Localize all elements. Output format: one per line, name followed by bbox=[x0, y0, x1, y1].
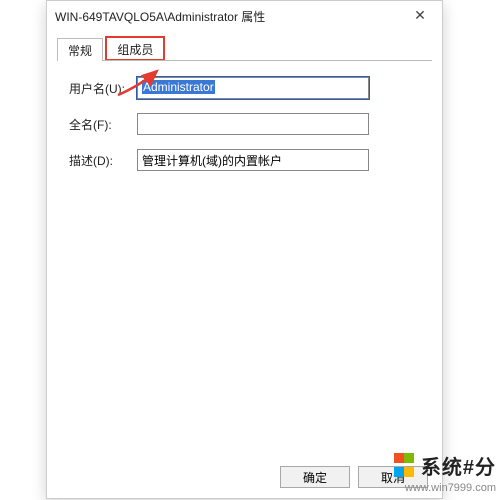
titlebar[interactable]: WIN-649TAVQLO5A\Administrator 属性 ✕ bbox=[47, 1, 442, 31]
input-username[interactable]: Administrator bbox=[137, 77, 369, 99]
close-button[interactable]: ✕ bbox=[398, 1, 442, 30]
label-description: 描述(D): bbox=[69, 152, 137, 169]
window-title: WIN-649TAVQLO5A\Administrator 属性 bbox=[55, 8, 265, 25]
tab-members-label: 组成员 bbox=[117, 43, 153, 57]
input-description[interactable] bbox=[137, 149, 369, 171]
input-fullname[interactable] bbox=[137, 113, 369, 135]
tab-members[interactable]: 组成员 bbox=[106, 37, 164, 60]
row-fullname: 全名(F): bbox=[69, 113, 424, 135]
label-fullname: 全名(F): bbox=[69, 116, 137, 133]
tab-general[interactable]: 常规 bbox=[57, 38, 103, 61]
form-area: 用户名(U): Administrator 全名(F): 描述(D): bbox=[47, 61, 442, 459]
watermark-title: 系统#分 bbox=[421, 457, 496, 479]
properties-dialog: WIN-649TAVQLO5A\Administrator 属性 ✕ 常规 组成… bbox=[46, 0, 443, 499]
tab-baseline bbox=[57, 60, 432, 61]
close-icon: ✕ bbox=[414, 7, 426, 24]
logo-icon bbox=[394, 452, 414, 480]
input-username-value: Administrator bbox=[142, 80, 215, 94]
row-username: 用户名(U): Administrator bbox=[69, 77, 424, 99]
ok-button[interactable]: 确定 bbox=[280, 466, 350, 488]
tab-general-label: 常规 bbox=[68, 44, 92, 58]
watermark-url: www.win7999.com bbox=[394, 482, 496, 494]
watermark: 系统#分 www.win7999.com bbox=[394, 451, 496, 494]
tabstrip: 常规 组成员 bbox=[47, 37, 442, 61]
row-description: 描述(D): bbox=[69, 149, 424, 171]
label-username: 用户名(U): bbox=[69, 80, 137, 97]
